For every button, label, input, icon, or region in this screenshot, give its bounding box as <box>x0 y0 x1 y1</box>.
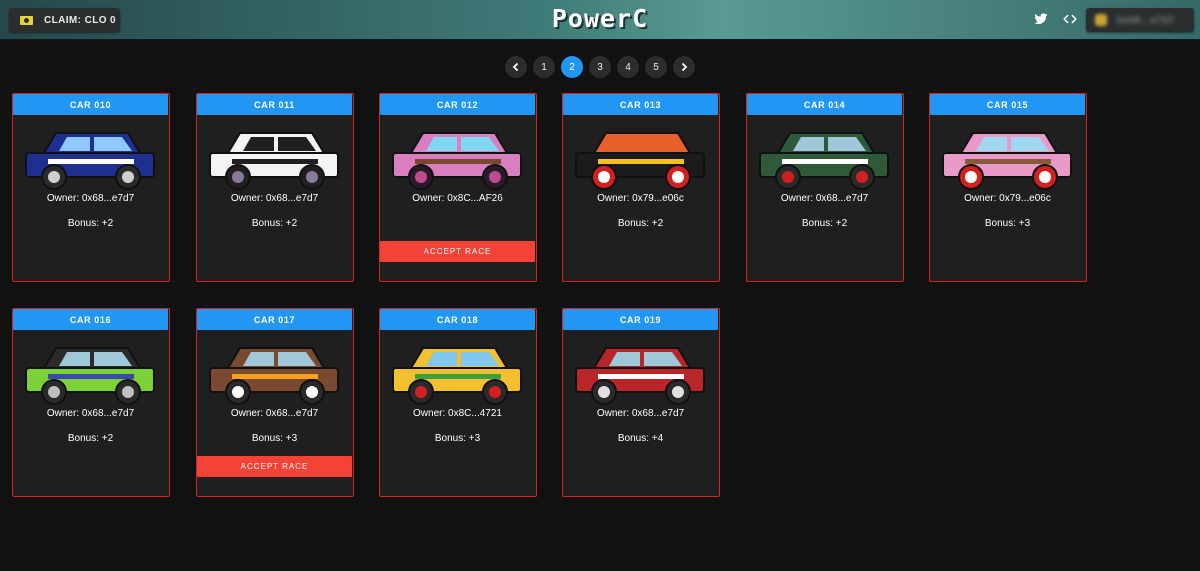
car-title: CAR 011 <box>197 94 352 115</box>
car-title: CAR 015 <box>930 94 1085 115</box>
accept-race-button[interactable]: ACCEPT RACE <box>380 241 535 262</box>
bonus-label: Bonus: +2 <box>67 433 114 444</box>
car-sprite <box>575 132 705 190</box>
pagination: 1 2 3 4 5 <box>505 56 701 78</box>
page-1-button[interactable]: 1 <box>533 56 555 78</box>
owner-label: Owner: 0x79...e06c <box>597 193 684 204</box>
car-card[interactable]: CAR 016 Owner: 0x68...e7d7 Bonus: +2 <box>12 308 170 497</box>
top-bar: CLAIM: CLO 0 PowerC 0x68...e7d7 <box>0 0 1200 40</box>
car-sprite <box>209 347 339 405</box>
car-sprite <box>25 347 155 405</box>
bonus-label: Bonus: +3 <box>251 433 298 444</box>
car-card[interactable]: CAR 019 Owner: 0x68...e7d7 Bonus: +4 <box>562 308 720 497</box>
owner-label: Owner: 0x68...e7d7 <box>46 193 135 204</box>
page-4-button[interactable]: 4 <box>617 56 639 78</box>
bonus-label: Bonus: +2 <box>67 218 114 229</box>
car-title: CAR 012 <box>380 94 535 115</box>
prev-page-button[interactable] <box>505 56 527 78</box>
owner-label: Owner: 0x68...e7d7 <box>230 193 319 204</box>
owner-label: Owner: 0x68...e7d7 <box>596 408 685 419</box>
car-sprite <box>942 132 1072 190</box>
car-card[interactable]: CAR 017 Owner: 0x68...e7d7 Bonus: +3 ACCEPT… <box>196 308 354 497</box>
car-sprite <box>392 132 522 190</box>
car-title: CAR 019 <box>563 309 718 330</box>
car-title: CAR 018 <box>380 309 535 330</box>
car-sprite <box>759 132 889 190</box>
bonus-label: Bonus: +3 <box>984 218 1031 229</box>
logo: PowerC <box>551 4 649 33</box>
accept-race-button[interactable]: ACCEPT RACE <box>197 456 352 477</box>
bonus-label: Bonus: +2 <box>251 218 298 229</box>
wallet-address: 0x68...e7d7 <box>1117 15 1176 25</box>
owner-label: Owner: 0x68...e7d7 <box>780 193 869 204</box>
car-title: CAR 014 <box>747 94 902 115</box>
chevron-right-icon <box>681 62 688 72</box>
page-5-button[interactable]: 5 <box>645 56 667 78</box>
bonus-label: Bonus: +3 <box>434 433 481 444</box>
car-title: CAR 013 <box>563 94 718 115</box>
car-card[interactable]: CAR 011 Owner: 0x68...e7d7 Bonus: +2 <box>196 93 354 282</box>
owner-label: Owner: 0x79...e06c <box>964 193 1051 204</box>
car-title: CAR 017 <box>197 309 352 330</box>
claim-button[interactable]: CLAIM: CLO 0 <box>9 8 120 32</box>
wallet-button[interactable]: 0x68...e7d7 <box>1086 8 1194 32</box>
ticket-icon <box>20 15 33 25</box>
car-card[interactable]: CAR 014 Owner: 0x68...e7d7 Bonus: +2 <box>746 93 904 282</box>
wallet-icon <box>1095 14 1107 26</box>
car-card[interactable]: CAR 010 Owner: 0x68...e7d7 Bonus: +2 <box>12 93 170 282</box>
twitter-icon[interactable] <box>1034 12 1048 26</box>
page-3-button[interactable]: 3 <box>589 56 611 78</box>
car-title: CAR 010 <box>13 94 168 115</box>
car-card[interactable]: CAR 012 Owner: 0x8C...AF26 ACCEPT RACE <box>379 93 537 282</box>
claim-label: CLAIM: CLO 0 <box>44 14 117 26</box>
next-page-button[interactable] <box>673 56 695 78</box>
car-sprite <box>392 347 522 405</box>
bonus-label: Bonus: +2 <box>617 218 664 229</box>
bonus-label: Bonus: +2 <box>801 218 848 229</box>
car-card[interactable]: CAR 015 Owner: 0x79...e06c Bonus: +3 <box>929 93 1087 282</box>
code-icon[interactable] <box>1063 12 1077 26</box>
car-sprite <box>575 347 705 405</box>
owner-label: Owner: 0x68...e7d7 <box>230 408 319 419</box>
bonus-label: Bonus: +4 <box>617 433 664 444</box>
chevron-left-icon <box>512 62 519 72</box>
owner-label: Owner: 0x68...e7d7 <box>46 408 135 419</box>
page-2-button[interactable]: 2 <box>561 56 583 78</box>
car-sprite <box>209 132 339 190</box>
car-sprite <box>25 132 155 190</box>
car-card[interactable]: CAR 013 Owner: 0x79...e06c Bonus: +2 <box>562 93 720 282</box>
car-title: CAR 016 <box>13 309 168 330</box>
car-card[interactable]: CAR 018 Owner: 0x8C...4721 Bonus: +3 <box>379 308 537 497</box>
owner-label: Owner: 0x8C...4721 <box>413 408 502 419</box>
owner-label: Owner: 0x8C...AF26 <box>412 193 503 204</box>
